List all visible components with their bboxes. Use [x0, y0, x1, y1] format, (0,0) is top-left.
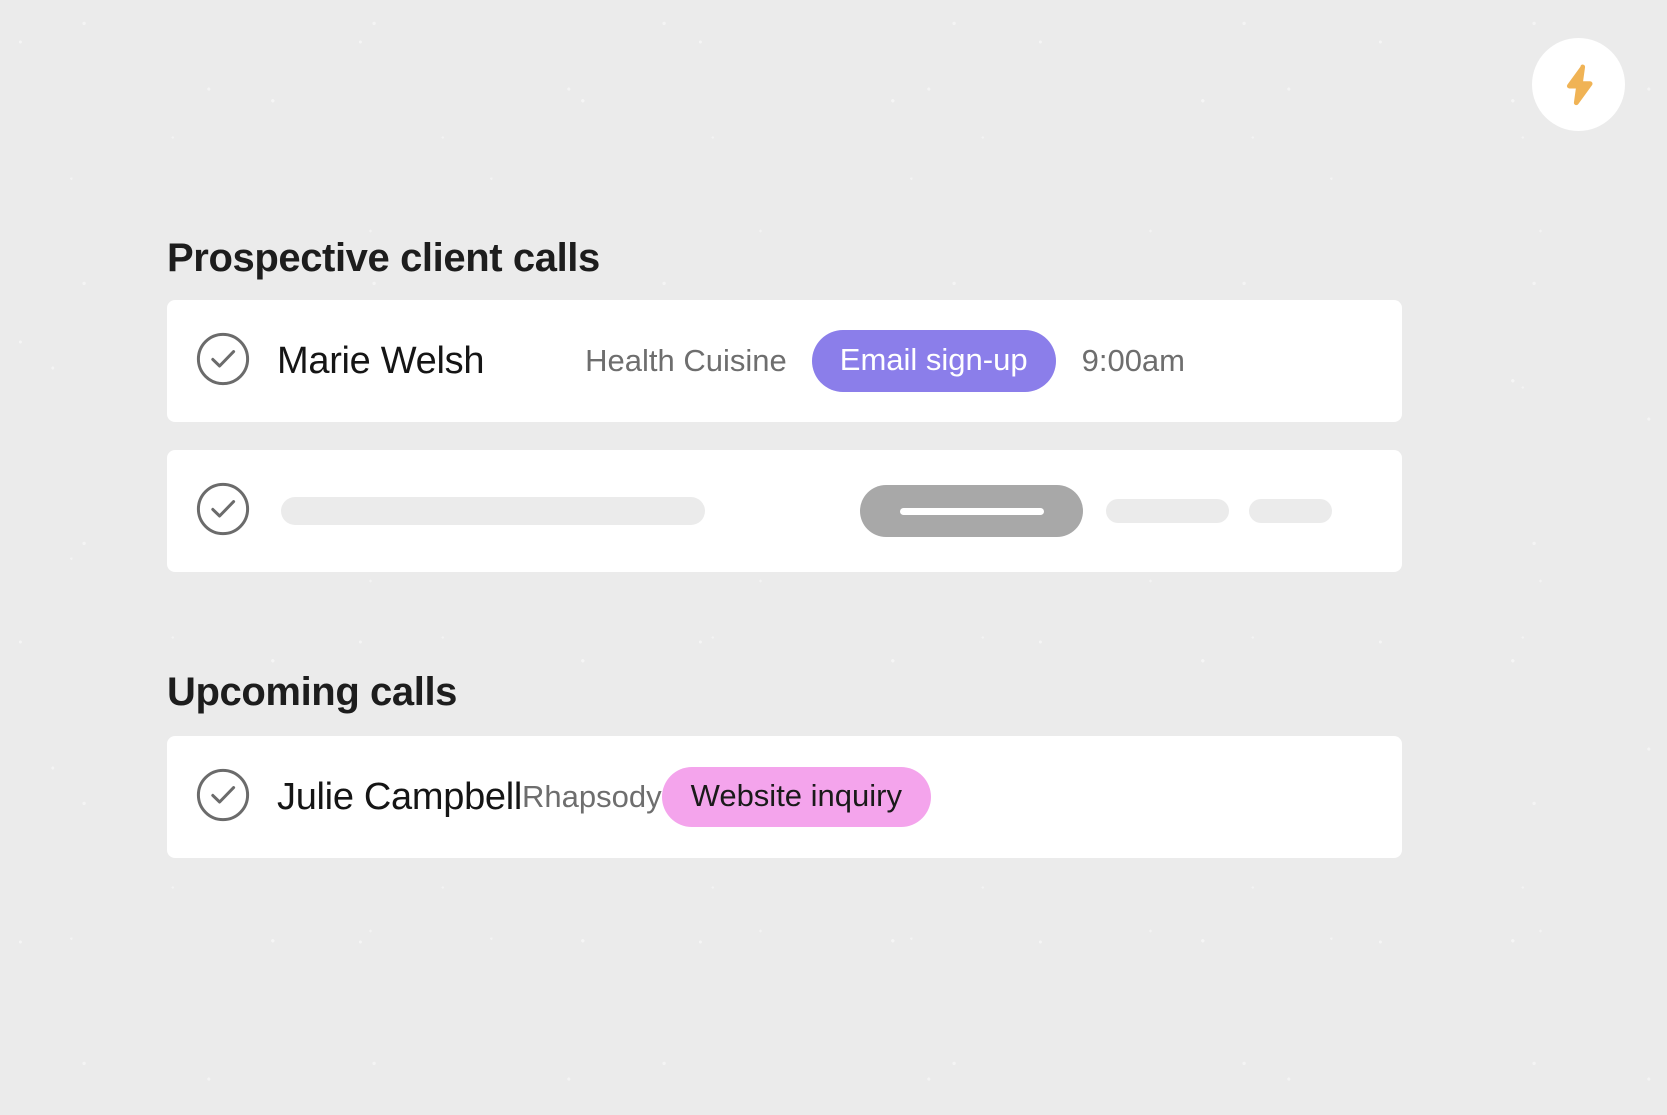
- status-badge-email-signup[interactable]: Email sign-up: [811, 330, 1056, 392]
- placeholder-meta-bar-1: [1106, 499, 1229, 523]
- call-time: 9:00am: [1081, 343, 1185, 378]
- lightning-bolt-icon: [1556, 62, 1602, 108]
- company-name: Health Cuisine: [585, 343, 787, 378]
- call-row-julie-campbell[interactable]: Julie Campbell Rhapsody Website inquiry: [167, 736, 1402, 858]
- placeholder-meta-bar-2: [1249, 499, 1332, 523]
- company-name: Rhapsody: [522, 779, 662, 814]
- lightning-bolt-button[interactable]: [1532, 38, 1625, 131]
- check-circle-icon[interactable]: [196, 482, 250, 541]
- check-circle-icon[interactable]: [196, 332, 250, 391]
- section-heading-prospective: Prospective client calls: [167, 236, 600, 280]
- call-row-placeholder: [167, 450, 1402, 572]
- check-circle-icon[interactable]: [196, 768, 250, 827]
- placeholder-badge-pill: [860, 485, 1083, 537]
- section-heading-upcoming: Upcoming calls: [167, 670, 458, 714]
- contact-name: Julie Campbell: [277, 775, 523, 818]
- call-row-marie-welsh[interactable]: Marie Welsh Health Cuisine Email sign-up…: [167, 300, 1402, 422]
- contact-name: Marie Welsh: [277, 339, 485, 382]
- calls-dashboard: Prospective client calls Marie Welsh Hea…: [167, 0, 1402, 858]
- placeholder-name-bar: [281, 497, 705, 525]
- status-badge-website-inquiry[interactable]: Website inquiry: [661, 767, 931, 827]
- placeholder-badge-line: [899, 507, 1044, 515]
